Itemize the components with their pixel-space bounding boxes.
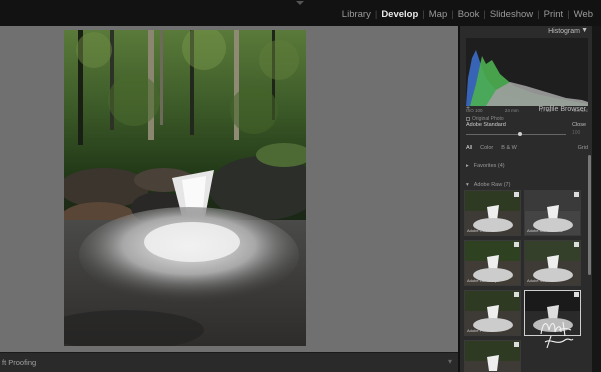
original-photo-checkbox[interactable] <box>466 117 470 121</box>
signature-watermark <box>540 321 574 349</box>
module-book[interactable]: Book <box>458 9 480 20</box>
module-separator: | <box>422 9 425 20</box>
profile-browser-title: Profile Browser <box>538 106 586 113</box>
adobe-raw-label: Adobe Raw (7) <box>473 182 511 188</box>
profile-thumb-adobe-landscape[interactable]: Adobe Landscape <box>464 240 521 286</box>
module-separator: | <box>451 9 454 20</box>
develop-canvas[interactable] <box>0 26 458 352</box>
module-picker: Library | Develop | Map | Book | Slidesh… <box>342 9 593 20</box>
star-icon[interactable] <box>574 192 579 197</box>
profile-browser-close-button[interactable]: Close <box>572 122 586 128</box>
profile-amount-slider[interactable] <box>466 134 566 135</box>
profile-name: Adobe Neutral <box>527 278 553 283</box>
panel-scroll-gutter <box>592 26 601 372</box>
star-icon[interactable] <box>514 242 519 247</box>
star-icon[interactable] <box>514 342 519 347</box>
star-icon[interactable] <box>514 192 519 197</box>
view-grid-dropdown[interactable]: Grid <box>578 145 588 151</box>
triangle-icon[interactable]: ▾ <box>466 182 469 188</box>
histogram-graph[interactable] <box>466 38 588 106</box>
group-adobe-raw[interactable]: ▾ Adobe Raw (7) <box>466 182 510 188</box>
module-map[interactable]: Map <box>429 9 447 20</box>
module-bar: Library | Develop | Map | Book | Slidesh… <box>0 0 601 26</box>
star-icon[interactable] <box>574 292 579 297</box>
profile-name: Adobe Color <box>467 228 490 233</box>
top-panel-toggle[interactable] <box>296 1 304 5</box>
module-slideshow[interactable]: Slideshow <box>490 9 533 20</box>
triangle-icon[interactable]: ▸ <box>466 163 469 169</box>
profile-name: Adobe Portrait <box>467 328 493 333</box>
profile-name: Adobe Monochrome <box>527 228 564 233</box>
toolbar-menu-icon[interactable]: ▾ <box>448 357 452 366</box>
module-separator: | <box>483 9 486 20</box>
panel-scrollbar[interactable] <box>588 155 591 275</box>
profile-thumb-adobe-monochrome[interactable]: Adobe Monochrome <box>524 190 581 236</box>
module-separator: | <box>567 9 570 20</box>
profile-thumb-adobe-color[interactable]: Adobe Color <box>464 190 521 236</box>
module-separator: | <box>374 9 378 20</box>
filter-bw[interactable]: B & W <box>501 145 517 151</box>
current-profile-row: Adobe Standard Close <box>466 122 588 128</box>
module-web[interactable]: Web <box>574 9 593 20</box>
group-favorites[interactable]: ▸ Favorites (4) <box>466 163 505 169</box>
star-icon[interactable] <box>574 242 579 247</box>
soft-proofing-label[interactable]: ft Proofing <box>2 358 36 367</box>
favorites-label: Favorites (4) <box>473 163 505 169</box>
star-icon[interactable] <box>514 292 519 297</box>
module-develop[interactable]: Develop <box>381 9 418 20</box>
module-separator: | <box>537 9 540 20</box>
current-profile-name: Adobe Standard <box>466 122 506 128</box>
profile-browser-header[interactable]: + Profile Browser <box>460 104 590 116</box>
waterfall-photo[interactable] <box>64 30 306 346</box>
triangle-down-icon[interactable]: ▼ <box>581 27 588 34</box>
plus-icon[interactable]: + <box>466 105 470 112</box>
profile-amount-value: 100 <box>572 130 581 136</box>
filter-all[interactable]: All <box>466 145 472 151</box>
filter-color[interactable]: Color <box>480 145 493 151</box>
profile-thumb-adobe-neutral[interactable]: Adobe Neutral <box>524 240 581 286</box>
toolbar: ft Proofing ▾ <box>0 352 458 372</box>
histogram-header[interactable]: Histogram ▼ <box>460 26 590 38</box>
profile-thumb-partial[interactable] <box>464 340 521 372</box>
module-print[interactable]: Print <box>544 9 564 20</box>
profile-filter-bar: All Color B & W Grid <box>466 145 588 151</box>
module-library[interactable]: Library <box>342 9 371 20</box>
profile-thumb-adobe-portrait[interactable]: Adobe Portrait <box>464 290 521 336</box>
profile-amount-slider-thumb[interactable] <box>518 132 522 136</box>
histogram-title: Histogram <box>548 28 580 35</box>
profile-name: Adobe Landscape <box>467 278 500 283</box>
